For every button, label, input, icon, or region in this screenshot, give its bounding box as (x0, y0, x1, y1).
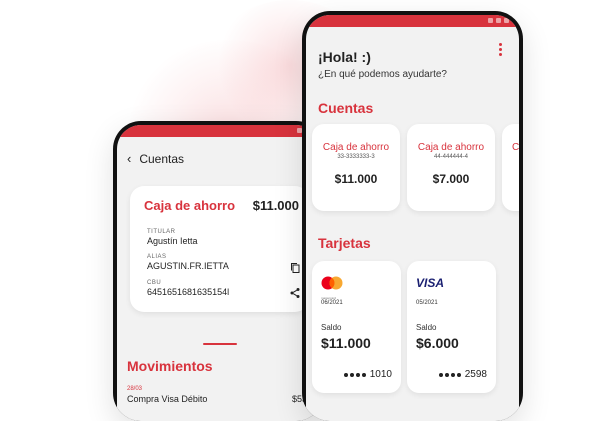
alias-field: ALIAS AGUSTIN.FR.IETTA (147, 254, 229, 271)
movement-date: 28/03 (127, 386, 143, 392)
sheet-handle[interactable] (203, 343, 237, 345)
card-saldo-label: Saldo (416, 323, 437, 332)
top-app-bar: ‹ Cuentas (117, 137, 320, 166)
account-card-number: 33-3333333-3 (337, 154, 375, 160)
account-card[interactable]: Caja de ahorro 44-444444-4 $7.000 (407, 124, 495, 211)
phone-accounts-detail: ‹ Cuentas Caja de ahorro $11.000 TITULAR… (113, 121, 324, 421)
status-bar (117, 125, 320, 137)
account-card-name: Caja de ahorro (322, 142, 390, 153)
account-detail-card[interactable]: Caja de ahorro $11.000 TITULAR Agustín I… (130, 186, 309, 312)
card-last4: 1010 (369, 369, 392, 380)
card-last-digits: 1010 (343, 369, 392, 380)
copy-icon[interactable] (289, 262, 301, 274)
masked-digits (343, 372, 366, 377)
movement-description[interactable]: Compra Visa Débito (127, 394, 207, 404)
home-screen: ¡Hola! :) ¿En qué podemos ayudarte? Cuen… (306, 15, 519, 421)
back-arrow-icon[interactable]: ‹ (127, 151, 131, 166)
card-expiry: 06/2021 (321, 300, 343, 306)
account-card-balance: $11.000 (334, 172, 378, 186)
account-name: Caja de ahorro (144, 198, 236, 213)
card-saldo-value: $6.000 (416, 335, 459, 351)
account-card[interactable]: Caja de ahorro 33-3333333-3 $11.000 (312, 124, 400, 211)
cards-section-title: Tarjetas (318, 235, 371, 251)
screen-title: Cuentas (139, 151, 185, 166)
more-vert-icon[interactable] (499, 43, 503, 58)
card-last-digits: 2598 (438, 369, 487, 380)
account-balance: $11.000 (252, 198, 299, 213)
account-card-name: Caja de ahorro (417, 142, 485, 153)
greeting-subtitle: ¿En qué podemos ayudarte? (318, 69, 447, 80)
card-saldo-value: $11.000 (321, 335, 371, 351)
status-bar (306, 15, 519, 27)
visa-logo-icon: VISA (416, 276, 445, 290)
cbu-value: 6451651681635154l (147, 287, 230, 297)
alias-label: ALIAS (147, 254, 167, 260)
titular-field: TITULAR Agustín Ietta (147, 229, 198, 246)
accounts-section-title: Cuentas (318, 100, 374, 116)
card-expiry: 05/2021 (416, 300, 438, 306)
movements-title: Movimientos (127, 358, 213, 374)
titular-value: Agustín Ietta (147, 236, 198, 246)
accounts-detail-screen: ‹ Cuentas Caja de ahorro $11.000 TITULAR… (117, 125, 320, 421)
credit-card[interactable]: VISA 05/2021 Saldo $6.000 2598 (407, 261, 496, 393)
phone-home: ¡Hola! :) ¿En qué podemos ayudarte? Cuen… (302, 11, 523, 421)
titular-label: TITULAR (147, 229, 176, 235)
account-card-name: C (512, 142, 519, 153)
alias-value: AGUSTIN.FR.IETTA (147, 261, 229, 271)
mastercard-logo-icon: mastercard (321, 276, 343, 300)
masked-digits (438, 372, 461, 377)
credit-card[interactable]: mastercard 06/2021 Saldo $11.000 1010 (312, 261, 401, 393)
card-saldo-label: Saldo (321, 323, 342, 332)
account-card-partial[interactable]: C (502, 124, 519, 211)
account-card-number: 44-444444-4 (433, 154, 469, 160)
share-icon[interactable] (289, 287, 301, 299)
greeting: ¡Hola! :) (318, 49, 371, 65)
card-last4: 2598 (464, 369, 487, 380)
cbu-label: CBU (147, 280, 162, 286)
account-card-balance: $7.000 (432, 172, 470, 186)
cbu-field: CBU 6451651681635154l (147, 280, 229, 297)
